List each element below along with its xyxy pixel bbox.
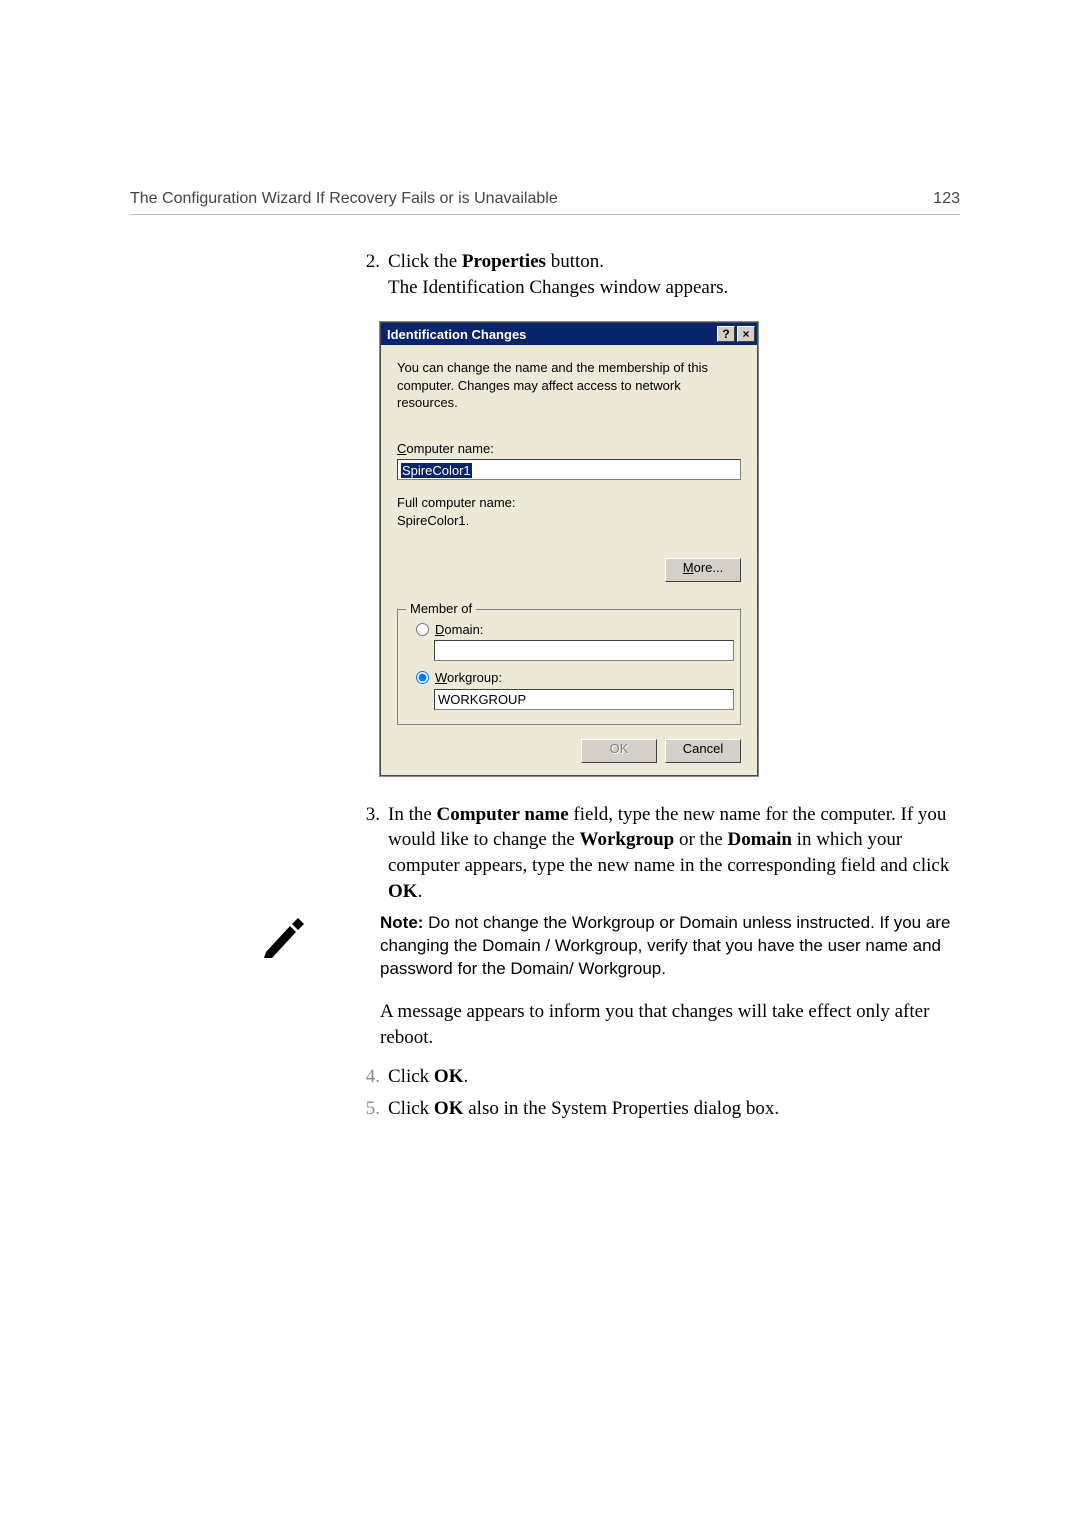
step-number: 4.	[346, 1064, 388, 1090]
more-button[interactable]: More...	[665, 558, 741, 582]
step-3: 3. In the Computer name field, type the …	[346, 802, 960, 905]
mnemonic-m: M	[683, 560, 694, 575]
text: .	[418, 881, 423, 902]
note-text: Note: Do not change the Workgroup or Dom…	[346, 912, 960, 981]
text: Click	[388, 1066, 434, 1087]
workgroup-radio[interactable]	[416, 671, 429, 684]
member-of-legend: Member of	[406, 600, 476, 618]
page-header: The Configuration Wizard If Recovery Fai…	[130, 190, 960, 215]
text: Click the	[388, 251, 462, 272]
workgroup-input[interactable]	[434, 689, 734, 710]
bold-workgroup: Workgroup	[580, 829, 675, 850]
help-button[interactable]: ?	[717, 326, 735, 342]
dialog-titlebar[interactable]: Identification Changes ? ×	[381, 323, 757, 345]
dialog-title: Identification Changes	[387, 326, 715, 344]
step-5: 5. Click OK also in the System Propertie…	[346, 1096, 960, 1122]
bold-ok: OK	[434, 1098, 464, 1119]
mnemonic-c: C	[397, 441, 406, 456]
page-number: 123	[933, 190, 960, 208]
domain-rest: omain:	[444, 622, 483, 637]
dialog-screenshot: Identification Changes ? × You can chang…	[380, 322, 758, 775]
text: button.	[546, 251, 604, 272]
workgroup-radio-row[interactable]: Workgroup:	[416, 669, 728, 687]
bold-ok: OK	[434, 1066, 464, 1087]
page: The Configuration Wizard If Recovery Fai…	[0, 0, 1080, 1528]
workgroup-label: Workgroup:	[435, 669, 502, 687]
identification-changes-dialog: Identification Changes ? × You can chang…	[380, 322, 758, 775]
dialog-intro: You can change the name and the membersh…	[397, 359, 741, 412]
bold-domain: Domain	[728, 829, 792, 850]
step-body: Click the Properties button. The Identif…	[388, 249, 960, 300]
dialog-body: You can change the name and the membersh…	[381, 345, 757, 774]
note-body-text: Do not change the Workgroup or Domain un…	[380, 913, 950, 978]
step-number: 2.	[346, 249, 388, 300]
bold-computer-name: Computer name	[437, 804, 569, 825]
header-title: The Configuration Wizard If Recovery Fai…	[130, 190, 558, 208]
computer-name-label: Computer name:	[397, 440, 741, 458]
member-of-group: Member of Domain:	[397, 608, 741, 725]
text: or the	[674, 829, 727, 850]
text: A message appears to inform you that cha…	[380, 1001, 929, 1048]
bold-ok: OK	[388, 881, 418, 902]
workgroup-rest: orkgroup:	[447, 670, 502, 685]
bold-properties: Properties	[462, 251, 546, 272]
step-body: Click OK also in the System Properties d…	[388, 1096, 960, 1122]
step-2: 2. Click the Properties button. The Iden…	[346, 249, 960, 300]
pen-note-icon	[260, 912, 308, 960]
dialog-footer: OK Cancel	[397, 739, 741, 763]
mnemonic-d: D	[435, 622, 444, 637]
text: Click	[388, 1098, 434, 1119]
more-rest: ore...	[694, 560, 724, 575]
step-number: 3.	[346, 802, 388, 905]
computer-name-value: SpireColor1	[401, 463, 472, 478]
label-rest: omputer name:	[406, 441, 493, 456]
mnemonic-w: W	[435, 670, 447, 685]
close-button[interactable]: ×	[737, 326, 755, 342]
text: The Identification Changes window appear…	[388, 277, 728, 298]
post-note-text: A message appears to inform you that cha…	[346, 999, 960, 1050]
domain-input[interactable]	[434, 640, 734, 661]
domain-radio-row[interactable]: Domain:	[416, 621, 728, 639]
computer-name-input[interactable]: SpireColor1	[397, 459, 741, 480]
step-4: 4. Click OK.	[346, 1064, 960, 1090]
note-bold: Note:	[380, 913, 428, 932]
cancel-button[interactable]: Cancel	[665, 739, 741, 763]
note-block: Note: Do not change the Workgroup or Dom…	[346, 912, 960, 981]
step-body: Click OK.	[388, 1064, 960, 1090]
text: In the	[388, 804, 437, 825]
step-number: 5.	[346, 1096, 388, 1122]
full-computer-name-value: SpireColor1.	[397, 512, 741, 530]
text: .	[463, 1066, 468, 1087]
full-computer-name-label: Full computer name:	[397, 494, 741, 512]
page-content: 2. Click the Properties button. The Iden…	[346, 249, 960, 1122]
domain-radio[interactable]	[416, 623, 429, 636]
domain-label: Domain:	[435, 621, 483, 639]
text: also in the System Properties dialog box…	[463, 1098, 779, 1119]
step-body: In the Computer name field, type the new…	[388, 802, 960, 905]
ok-button[interactable]: OK	[581, 739, 657, 763]
